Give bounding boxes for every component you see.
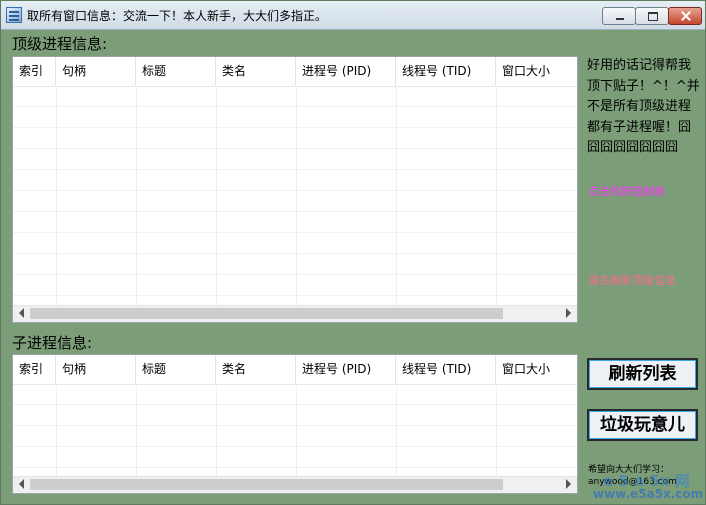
column-header-class[interactable]: 类名 [216,355,296,384]
minimize-button[interactable] [602,7,636,25]
column-header-class[interactable]: 类名 [216,57,296,86]
minimize-icon [603,8,635,24]
close-icon [669,8,701,24]
title-bar[interactable]: 取所有窗口信息：交流一下！本人新手，大大们多指正。 [1,1,705,30]
top-process-list[interactable]: 索引 句柄 标题 类名 进程号 (PID) 线程号 (TID) 窗口大小 [12,56,578,323]
child-list-hscrollbar[interactable] [13,476,577,493]
column-header-pid[interactable]: 进程号 (PID) [296,57,396,86]
column-header-handle[interactable]: 句柄 [56,355,136,384]
child-list-header: 索引 句柄 标题 类名 进程号 (PID) 线程号 (TID) 窗口大小 [13,355,577,385]
scroll-right-icon[interactable] [566,308,571,318]
column-header-tid[interactable]: 线程号 (TID) [396,57,496,86]
scroll-thumb[interactable] [30,479,503,490]
scroll-right-icon[interactable] [566,479,571,489]
column-header-index[interactable]: 索引 [13,57,56,86]
column-header-index[interactable]: 索引 [13,355,56,384]
main-window: 取所有窗口信息：交流一下！本人新手，大大们多指正。 顶级进程信息: 索引 句柄 … [0,0,706,505]
top-list-grid [13,86,577,317]
top-list-hscrollbar[interactable] [13,305,577,322]
column-header-title[interactable]: 标题 [136,355,216,384]
junk-button[interactable]: 垃圾玩意儿 [587,409,698,441]
child-process-label: 子进程信息: [12,334,93,352]
scroll-left-icon[interactable] [19,479,24,489]
column-header-window-size[interactable]: 窗口大小 [496,355,577,384]
column-header-tid[interactable]: 线程号 (TID) [396,355,496,384]
watermark-url: www.e5a5x.com [593,487,704,501]
window-title: 取所有窗口信息：交流一下！本人新手，大大们多指正。 [27,9,328,23]
maximize-button[interactable] [635,7,669,25]
warning-text: 请先刷新顶级信息 [588,274,676,287]
column-header-window-size[interactable]: 窗口大小 [496,57,577,86]
column-header-title[interactable]: 标题 [136,57,216,86]
column-header-pid[interactable]: 进程号 (PID) [296,355,396,384]
close-button[interactable] [668,7,702,25]
scroll-left-icon[interactable] [19,308,24,318]
child-list-grid [13,384,577,489]
scroll-thumb[interactable] [30,308,503,319]
tip-text: 好用的话记得帮我顶下贴子！^！^并不是所有顶级进程都有子进程喔！囧囧囧囧囧囧囧囧 [587,58,700,155]
refresh-link[interactable]: 点击的按钮刷新 [588,183,665,199]
column-header-handle[interactable]: 句柄 [56,57,136,86]
maximize-icon [636,8,668,24]
top-process-label: 顶级进程信息: [12,35,108,53]
refresh-list-button[interactable]: 刷新列表 [587,358,698,390]
app-icon [6,7,22,23]
top-list-header: 索引 句柄 标题 类名 进程号 (PID) 线程号 (TID) 窗口大小 [13,57,577,87]
child-process-list[interactable]: 索引 句柄 标题 类名 进程号 (PID) 线程号 (TID) 窗口大小 [12,354,578,494]
